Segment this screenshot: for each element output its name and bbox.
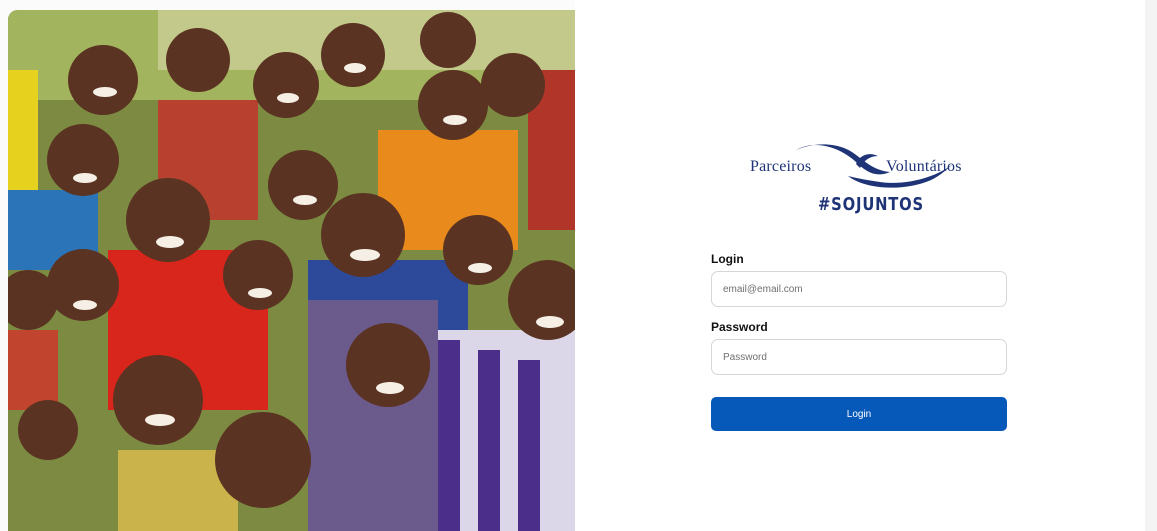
scroll-gutter <box>1145 0 1157 531</box>
logo-text-right: Voluntários <box>886 158 962 175</box>
login-button[interactable]: Login <box>711 397 1007 431</box>
login-page: Parceiros Voluntários #SOJUNTOS Login Pa… <box>0 0 1157 531</box>
password-input[interactable] <box>711 339 1007 375</box>
login-label: Login <box>711 252 744 266</box>
email-input[interactable] <box>711 271 1007 307</box>
photo-of-smiling-children-icon <box>8 10 575 531</box>
password-label: Password <box>711 320 768 334</box>
hero-image <box>8 10 575 531</box>
login-field: Login <box>711 250 1007 307</box>
brand-logo: Parceiros Voluntários #SOJUNTOS <box>748 140 973 220</box>
logo-tagline: #SOJUNTOS <box>818 194 925 215</box>
logo-text-left: Parceiros <box>750 158 812 175</box>
login-form: Login Password Login <box>711 250 1007 431</box>
password-field: Password <box>711 320 1007 375</box>
